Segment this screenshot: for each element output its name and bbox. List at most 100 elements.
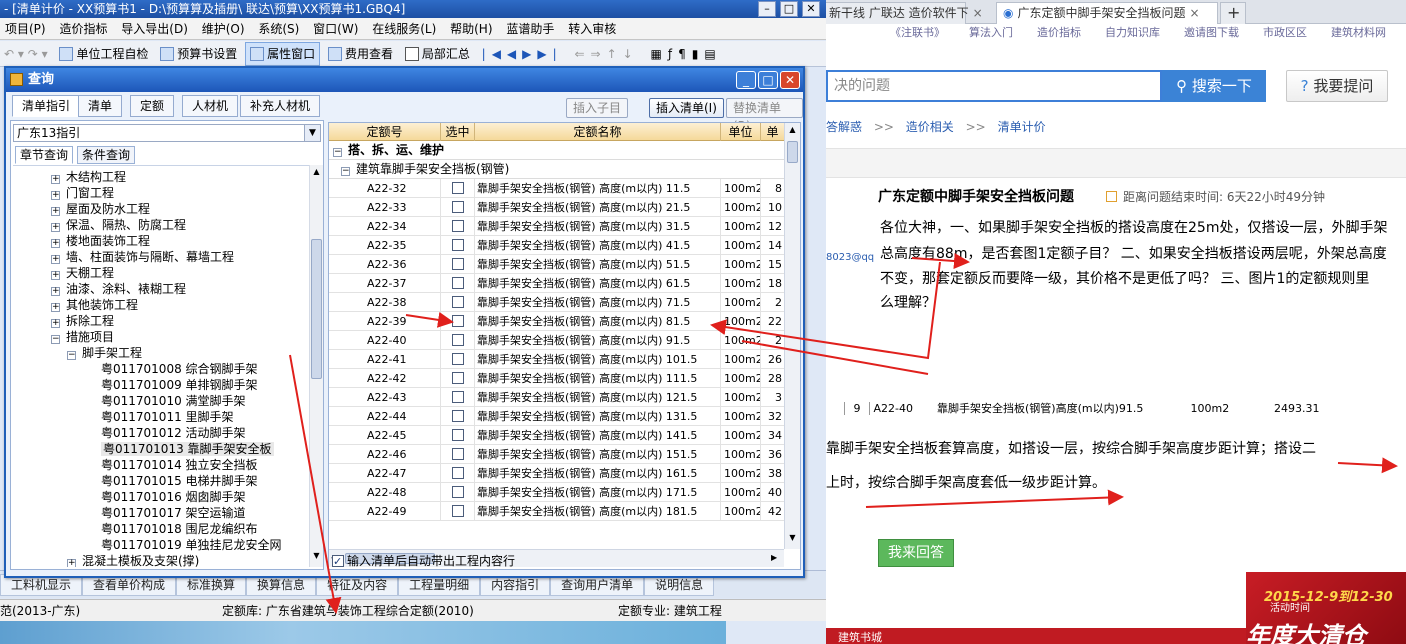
table-row[interactable]: A22-38 靠脚手架安全挡板(钢管) 高度(m以内) 71.5 100m2 2	[329, 293, 784, 312]
tree-node[interactable]: 粤011701018 围尼龙编织布	[101, 521, 258, 537]
tab-quota[interactable]: 定额	[130, 95, 175, 117]
menu-transfer-review[interactable]: 转入审核	[563, 18, 621, 40]
scroll-down-icon[interactable]: ▼	[311, 551, 322, 563]
browser-tab-ganxian[interactable]: 新干线 广联达 造价软件下 ×	[826, 2, 983, 24]
expand-icon[interactable]: +	[51, 175, 60, 184]
search-input[interactable]: 决的问题	[826, 70, 1162, 102]
replace-list-button[interactable]: 替换清单(R)	[726, 98, 803, 133]
scroll-right-icon[interactable]: ▶	[771, 553, 781, 564]
insert-list-button[interactable]: 插入清单(I)	[649, 98, 724, 118]
select-checkbox[interactable]	[451, 201, 464, 213]
dialog-close-button[interactable]: ✕	[780, 71, 800, 89]
close-icon[interactable]: ×	[1190, 6, 1200, 20]
toolbar-budget-settings[interactable]: 预算书设置	[156, 41, 241, 66]
select-checkbox[interactable]	[451, 467, 464, 479]
site-link[interactable]: 自力知识库	[1105, 24, 1160, 40]
expand-icon[interactable]: +	[67, 559, 76, 567]
col-unit[interactable]: 单位	[721, 123, 761, 141]
table-row[interactable]: A22-39 靠脚手架安全挡板(钢管) 高度(m以内) 81.5 100m2 22	[329, 312, 784, 331]
tree-node[interactable]: + 屋面及防水工程	[51, 201, 150, 217]
table-row[interactable]: A22-35 靠脚手架安全挡板(钢管) 高度(m以内) 41.5 100m2 14	[329, 236, 784, 255]
expand-icon[interactable]: +	[51, 287, 60, 296]
tree-node[interactable]: 粤011701019 单独挂尼龙安全网	[101, 537, 282, 553]
site-link[interactable]: 算法入门	[969, 24, 1013, 40]
table-row[interactable]: A22-33 靠脚手架安全挡板(钢管) 高度(m以内) 21.5 100m2 10	[329, 198, 784, 217]
tree-node[interactable]: 粤011701015 电梯井脚手架	[101, 473, 258, 489]
site-link[interactable]: 市政区区	[1263, 24, 1307, 40]
breadcrumb-item[interactable]: 清单计价	[998, 120, 1046, 134]
menu-import-export[interactable]: 导入导出(D)	[116, 18, 193, 40]
menu-maintain[interactable]: 维护(O)	[197, 18, 250, 40]
col-name[interactable]: 定额名称	[475, 123, 721, 141]
tree-node[interactable]: + 楼地面装饰工程	[51, 233, 150, 249]
expand-icon[interactable]: +	[51, 303, 60, 312]
tab-labor-material[interactable]: 人材机	[182, 95, 239, 117]
tree-node[interactable]: 粤011701012 活动脚手架	[101, 425, 246, 441]
table-row[interactable]: A22-32 靠脚手架安全挡板(钢管) 高度(m以内) 11.5 100m2 8	[329, 179, 784, 198]
toolbar-fee-view[interactable]: 费用查看	[324, 41, 397, 66]
tree-node[interactable]: 粤011701017 架空运输道	[101, 505, 246, 521]
col-price[interactable]: 单	[761, 123, 784, 141]
table-row[interactable]: A22-48 靠脚手架安全挡板(钢管) 高度(m以内) 171.5 100m2 40	[329, 483, 784, 502]
guide-select[interactable]: 广东13指引 ▼	[13, 124, 321, 142]
menu-window[interactable]: 窗口(W)	[308, 18, 363, 40]
table-row[interactable]: A22-49 靠脚手架安全挡板(钢管) 高度(m以内) 181.5 100m2 42	[329, 502, 784, 521]
tree-node[interactable]: + 墙、柱面装饰与隔断、幕墙工程	[51, 249, 234, 265]
collapse-icon[interactable]: −	[51, 335, 60, 344]
select-checkbox[interactable]	[451, 296, 464, 308]
promo-strip[interactable]: 建筑书城	[826, 628, 1246, 644]
minimize-button[interactable]: –	[758, 1, 776, 17]
breadcrumb-item[interactable]: 答解惑	[826, 120, 862, 134]
toolbar-self-check[interactable]: 单位工程自检	[55, 41, 152, 66]
tree-node[interactable]: 粤011701016 烟囱脚手架	[101, 489, 246, 505]
table-row[interactable]: A22-45 靠脚手架安全挡板(钢管) 高度(m以内) 141.5 100m2 34	[329, 426, 784, 445]
select-checkbox[interactable]	[451, 182, 464, 194]
select-checkbox[interactable]	[451, 448, 464, 460]
move-arrows-icon[interactable]: ⇐⇒↑↓	[570, 41, 642, 66]
select-checkbox[interactable]	[451, 372, 464, 384]
tree-node[interactable]: 粤011701011 里脚手架	[101, 409, 234, 425]
chevron-down-icon[interactable]: ▼	[304, 125, 320, 141]
grid-vertical-scrollbar[interactable]: ▲ ▼	[784, 123, 800, 549]
col-selected[interactable]: 选中	[441, 123, 475, 141]
asker-username[interactable]: 8023@qq	[826, 252, 874, 263]
expand-icon[interactable]: +	[51, 191, 60, 200]
dialog-maximize-button[interactable]: □	[758, 71, 778, 89]
tree-scroll-thumb[interactable]	[311, 239, 322, 379]
subtab-condition-query[interactable]: 条件查询	[77, 146, 136, 164]
auto-bring-content-option[interactable]: ✓ 输入清单后自动带出工程内容行	[332, 552, 515, 570]
tree-node[interactable]: 粤011701010 满堂脚手架	[101, 393, 246, 409]
select-checkbox[interactable]	[451, 391, 464, 403]
table-row[interactable]: A22-37 靠脚手架安全挡板(钢管) 高度(m以内) 61.5 100m2 18	[329, 274, 784, 293]
expand-icon[interactable]: +	[51, 271, 60, 280]
browser-tab-question[interactable]: ◉ 广东定额中脚手架安全挡板问题 ×	[996, 2, 1218, 24]
subtab-chapter-query[interactable]: 章节查询	[15, 146, 74, 164]
select-checkbox[interactable]	[451, 505, 464, 517]
close-button[interactable]: ✕	[802, 1, 820, 17]
table-row[interactable]: A22-47 靠脚手架安全挡板(钢管) 高度(m以内) 161.5 100m2 38	[329, 464, 784, 483]
subgroup-row[interactable]: − 建筑靠脚手架安全挡板(钢管)	[329, 160, 784, 179]
tree-node[interactable]: + 木结构工程	[51, 169, 126, 185]
insert-child-button[interactable]: 插入子目	[566, 98, 629, 118]
site-link[interactable]: 邀请图下载	[1184, 24, 1239, 40]
select-checkbox[interactable]	[451, 239, 464, 251]
col-code[interactable]: 定额号	[329, 123, 441, 141]
maximize-button[interactable]: □	[780, 1, 798, 17]
select-checkbox[interactable]	[451, 334, 464, 346]
select-checkbox[interactable]	[451, 486, 464, 498]
select-checkbox[interactable]	[451, 277, 464, 289]
table-row[interactable]: A22-43 靠脚手架安全挡板(钢管) 高度(m以内) 121.5 100m2 3	[329, 388, 784, 407]
breadcrumb-item[interactable]: 造价相关	[906, 120, 954, 134]
menu-help[interactable]: 帮助(H)	[445, 18, 497, 40]
scroll-up-icon[interactable]: ▲	[787, 125, 798, 137]
collapse-icon[interactable]: −	[333, 148, 342, 157]
site-link[interactable]: 建筑材料网	[1331, 24, 1386, 40]
menu-cost-index[interactable]: 造价指标	[54, 18, 112, 40]
tree-node[interactable]: 粤011701013 靠脚手架安全板	[101, 441, 274, 457]
tree-node[interactable]: + 保温、隔热、防腐工程	[51, 217, 186, 233]
select-checkbox[interactable]	[451, 258, 464, 270]
undo-icon[interactable]: ↶ ▾ ↷ ▾	[0, 41, 52, 66]
collapse-icon[interactable]: −	[67, 351, 76, 360]
table-row[interactable]: A22-44 靠脚手架安全挡板(钢管) 高度(m以内) 131.5 100m2 32	[329, 407, 784, 426]
menu-assistant[interactable]: 蓝谱助手	[501, 18, 559, 40]
